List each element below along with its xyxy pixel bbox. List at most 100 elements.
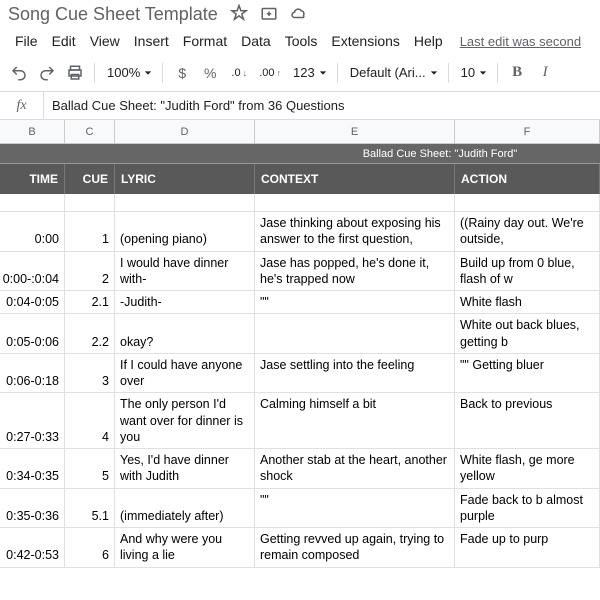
italic-button[interactable]: I — [532, 60, 558, 86]
cell[interactable]: Jase settling into the feeling — [255, 354, 455, 393]
font-dropdown[interactable]: Default (Ari... — [344, 65, 442, 80]
cell[interactable]: If I could have anyone over — [115, 354, 255, 393]
star-icon[interactable] — [230, 4, 248, 25]
redo-button[interactable] — [34, 60, 60, 86]
cell[interactable]: Fade up to purp — [455, 528, 600, 567]
header-action[interactable]: ACTION — [455, 164, 600, 194]
cell[interactable]: 6 — [65, 528, 115, 567]
percent-button[interactable]: % — [197, 60, 223, 86]
cell[interactable]: Jase has popped, he's done it, he's trap… — [255, 252, 455, 291]
cell[interactable]: 5.1 — [65, 489, 115, 528]
document-title[interactable]: Song Cue Sheet Template — [8, 4, 218, 25]
number-format-dropdown[interactable]: 123 — [287, 65, 331, 80]
cell[interactable]: 0:06-0:18 — [0, 354, 65, 393]
menu-insert[interactable]: Insert — [127, 29, 176, 53]
cell[interactable]: I would have dinner with- — [115, 252, 255, 291]
cell[interactable]: White flash — [455, 291, 600, 313]
cell[interactable] — [255, 314, 455, 353]
cell[interactable]: okay? — [115, 314, 255, 353]
col-header-F[interactable]: F — [455, 120, 600, 143]
menu-view[interactable]: View — [83, 29, 127, 53]
bold-button[interactable]: B — [504, 60, 530, 86]
col-header-B[interactable]: B — [0, 120, 65, 143]
cell[interactable]: "" — [255, 489, 455, 528]
undo-button[interactable] — [6, 60, 32, 86]
cell[interactable]: White flash, ge more yellow — [455, 449, 600, 488]
cell[interactable]: Back to previous — [455, 393, 600, 448]
cell[interactable]: 2.2 — [65, 314, 115, 353]
cell[interactable]: 3 — [65, 354, 115, 393]
table-row: 0:34-0:355Yes, I'd have dinner with Judi… — [0, 449, 600, 489]
cell[interactable]: 0:00-:0:04 — [0, 252, 65, 291]
cell[interactable]: White out back blues, getting b — [455, 314, 600, 353]
header-context[interactable]: CONTEXT — [255, 164, 455, 194]
cell[interactable]: 0:05-0:06 — [0, 314, 65, 353]
move-icon[interactable] — [260, 4, 278, 25]
table-row: 0:42-0:536And why were you living a lieG… — [0, 528, 600, 568]
menu-edit[interactable]: Edit — [45, 29, 83, 53]
cloud-icon[interactable] — [290, 4, 308, 25]
col-header-E[interactable]: E — [255, 120, 455, 143]
last-edit-link[interactable]: Last edit was second — [460, 34, 581, 49]
cell[interactable]: 0:35-0:36 — [0, 489, 65, 528]
cell[interactable]: The only person I'd want over for dinner… — [115, 393, 255, 448]
separator — [337, 63, 338, 83]
header-lyric[interactable]: LYRIC — [115, 164, 255, 194]
font-value: Default (Ari... — [348, 65, 428, 80]
cell[interactable]: 2 — [65, 252, 115, 291]
formula-input[interactable]: Ballad Cue Sheet: "Judith Ford" from 36 … — [44, 98, 600, 113]
table-row: 0:00-:0:042I would have dinner with-Jase… — [0, 252, 600, 292]
zoom-dropdown[interactable]: 100% — [101, 65, 156, 80]
cell[interactable]: Getting revved up again, trying to remai… — [255, 528, 455, 567]
cell[interactable]: 5 — [65, 449, 115, 488]
menu-help[interactable]: Help — [407, 29, 450, 53]
cell[interactable]: And why were you living a lie — [115, 528, 255, 567]
cell[interactable]: -Judith- — [115, 291, 255, 313]
cell[interactable]: ((Rainy day out. We're outside, — [455, 212, 600, 251]
cell[interactable]: Another stab at the heart, another shock — [255, 449, 455, 488]
separator — [497, 63, 498, 83]
cell[interactable]: 1 — [65, 212, 115, 251]
cell[interactable]: 4 — [65, 393, 115, 448]
cell[interactable]: (opening piano) — [115, 212, 255, 251]
decrease-decimal-button[interactable]: .0↓ — [225, 60, 251, 86]
cell[interactable]: 0:42-0:53 — [0, 528, 65, 567]
menu-tools[interactable]: Tools — [278, 29, 325, 53]
table-header-row: TIME CUE LYRIC CONTEXT ACTION — [0, 164, 600, 194]
cell[interactable]: 0:27-0:33 — [0, 393, 65, 448]
header-cue[interactable]: CUE — [65, 164, 115, 194]
menu-extensions[interactable]: Extensions — [324, 29, 406, 53]
cell[interactable]: (immediately after) — [115, 489, 255, 528]
menu-format[interactable]: Format — [176, 29, 234, 53]
cell[interactable]: "" Getting bluer — [455, 354, 600, 393]
table-row: 0:001(opening piano)Jase thinking about … — [0, 212, 600, 252]
cell[interactable]: 0:00 — [0, 212, 65, 251]
print-button[interactable] — [62, 60, 88, 86]
separator — [162, 63, 163, 83]
menu-data[interactable]: Data — [234, 29, 278, 53]
separator — [448, 63, 449, 83]
cell[interactable]: Yes, I'd have dinner with Judith — [115, 449, 255, 488]
cell[interactable]: Calming himself a bit — [255, 393, 455, 448]
menu-file[interactable]: File — [8, 29, 45, 53]
cell[interactable]: Build up from 0 blue, flash of w — [455, 252, 600, 291]
table-row: 0:27-0:334The only person I'd want over … — [0, 393, 600, 449]
separator — [94, 63, 95, 83]
cell[interactable]: 0:34-0:35 — [0, 449, 65, 488]
column-headers: B C D E F — [0, 120, 600, 144]
col-header-C[interactable]: C — [65, 120, 115, 143]
table-row: 0:04-0:052.1-Judith-""White flash — [0, 291, 600, 314]
increase-decimal-button[interactable]: .00↑ — [253, 60, 285, 86]
number-format-value: 123 — [291, 65, 317, 80]
cell[interactable]: Jase thinking about exposing his answer … — [255, 212, 455, 251]
currency-button[interactable]: $ — [169, 60, 195, 86]
font-size-dropdown[interactable]: 10 — [455, 65, 491, 80]
cell[interactable]: 0:04-0:05 — [0, 291, 65, 313]
table-row: 0:06-0:183If I could have anyone overJas… — [0, 354, 600, 394]
cell[interactable]: 2.1 — [65, 291, 115, 313]
cell[interactable]: Fade back to b almost purple — [455, 489, 600, 528]
col-header-D[interactable]: D — [115, 120, 255, 143]
cell[interactable]: "" — [255, 291, 455, 313]
sheet-title-cell[interactable]: Ballad Cue Sheet: "Judith Ford" — [0, 144, 600, 164]
header-time[interactable]: TIME — [0, 164, 65, 194]
